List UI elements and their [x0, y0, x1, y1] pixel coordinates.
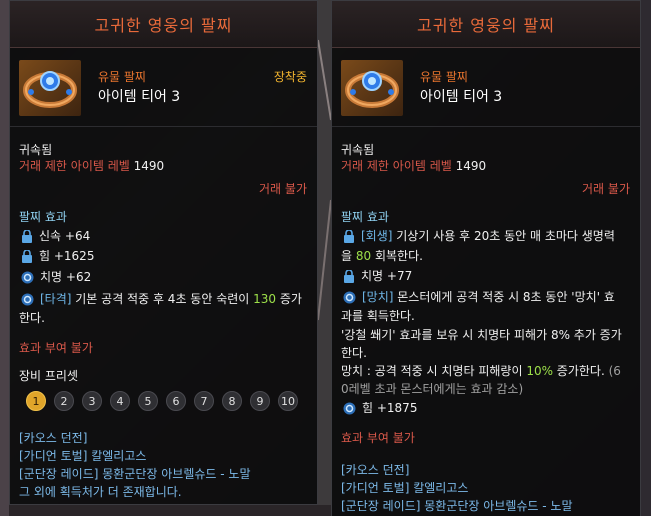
bound-status: 귀속됨 — [19, 143, 53, 157]
lock-icon — [22, 230, 32, 243]
stat-row: 힘 +1875 — [343, 399, 417, 416]
source-entry: [군단장 레이드] 몽환군단장 아브렐슈드 - 노말 — [19, 467, 251, 481]
preset-header: 장비 프리셋 — [19, 369, 79, 383]
preset-button[interactable]: 10 — [278, 391, 298, 411]
item-title: 고귀한 영웅의 팔찌 — [417, 16, 555, 35]
preset-button[interactable]: 5 — [138, 391, 158, 411]
effect-tag: [회생] — [361, 229, 393, 243]
stat-text: 치명 +77 — [361, 269, 413, 283]
special-effect-row: [타격] 기본 공격 적중 후 4초 동안 숙련이 130 증가 — [21, 290, 302, 307]
tooltip-header: 고귀한 영웅의 팔찌 — [10, 1, 317, 48]
trade-level-label: 거래 제한 아이템 레벨 — [19, 159, 130, 173]
effect-value: 130 — [253, 292, 277, 306]
effect-value: 10% — [526, 364, 553, 378]
source-entry: [가디언 토벌] 칼엘리고스 — [19, 449, 147, 463]
lock-icon — [344, 270, 354, 283]
trade-level-value: 1490 — [455, 159, 487, 173]
item-tooltip-equipped: 고귀한 영웅의 팔찌 유물 팔찌 아이템 티어 3 장착중 귀속됨 거래 제한 … — [9, 0, 318, 505]
reroll-icon — [21, 271, 34, 284]
effect-text-wrap: '강철 쐐기' 효과를 보유 시 치명타 피해가 8% 추가 증가 — [341, 328, 622, 342]
stat-row: 힘 +1625 — [21, 247, 94, 264]
effect-text-wrap: 한다. — [341, 346, 367, 360]
source-entry: [카오스 던전] — [19, 431, 88, 445]
special-effect-row: [회생] 기상기 사용 후 20초 동안 매 초마다 생명력 — [343, 227, 615, 244]
trade-level-row: 거래 제한 아이템 레벨 1490 — [341, 157, 486, 174]
bracelet-icon — [341, 60, 403, 116]
source-more: 그 외에 획득처가 더 존재합니다. — [19, 485, 182, 499]
stat-text: 힘 +1875 — [362, 401, 418, 415]
item-summary: 유물 팔찌 아이템 티어 3 — [332, 48, 640, 127]
effect-note: 0레벨 초과 몬스터에게는 효과 감소) — [341, 382, 524, 396]
equipped-badge: 장착중 — [273, 70, 307, 84]
special-effect-row: [망치] 몬스터에게 공격 적중 시 8초 동안 '망치' 효 — [343, 288, 615, 305]
preset-button[interactable]: 3 — [82, 391, 102, 411]
trade-level-label: 거래 제한 아이템 레벨 — [341, 159, 452, 173]
stat-text: 치명 +62 — [40, 270, 92, 284]
reroll-icon — [343, 402, 356, 415]
effect-tag: [망치] — [362, 290, 394, 304]
effect-text: 회복한다. — [371, 249, 423, 263]
item-tier: 아이템 티어 3 — [420, 89, 503, 105]
item-title: 고귀한 영웅의 팔찌 — [94, 16, 233, 35]
bound-status: 귀속됨 — [341, 143, 375, 157]
preset-button[interactable]: 1 — [26, 391, 46, 411]
tooltip-header: 고귀한 영웅의 팔찌 — [332, 1, 640, 48]
lock-icon — [344, 230, 354, 243]
item-tier: 아이템 티어 3 — [98, 89, 181, 105]
no-enchant-label: 효과 부여 불가 — [19, 341, 93, 355]
reroll-icon — [21, 293, 34, 306]
stat-row: 치명 +62 — [21, 268, 91, 285]
item-grade: 유물 팔찌 — [98, 70, 146, 84]
source-entry: [가디언 토벌] 칼엘리고스 — [341, 481, 469, 495]
stat-text: 신속 +64 — [39, 229, 91, 243]
source-entry: [군단장 레이드] 몽환군단장 아브렐슈드 - 노말 — [341, 499, 573, 513]
preset-button[interactable]: 6 — [166, 391, 186, 411]
effect-text-wrap: 과를 획득한다. — [341, 309, 415, 323]
effect-text-wrap: 한다. — [19, 311, 45, 325]
effect-text: 망치 : 공격 적중 시 치명타 피해량이 — [341, 364, 527, 378]
bracelet-icon — [19, 60, 81, 116]
effect-tag: [타격] — [40, 292, 72, 306]
source-entry: [카오스 던전] — [341, 463, 410, 477]
effect-text: 기상기 사용 후 20초 동안 매 초마다 생명력 — [392, 229, 615, 243]
preset-button[interactable]: 8 — [222, 391, 242, 411]
trade-level-value: 1490 — [133, 159, 165, 173]
untradeable-label: 거래 불가 — [259, 182, 307, 196]
lock-icon — [22, 250, 32, 263]
effect-text: 몬스터에게 공격 적중 시 8초 동안 '망치' 효 — [393, 290, 615, 304]
effect-text: 기본 공격 적중 후 4초 동안 숙련이 — [71, 292, 254, 306]
preset-button[interactable]: 9 — [250, 391, 270, 411]
effects-header: 팔찌 효과 — [341, 210, 389, 224]
item-summary: 유물 팔찌 아이템 티어 3 장착중 — [10, 48, 317, 127]
stat-row: 신속 +64 — [21, 227, 90, 244]
effect-note: (6 — [604, 364, 621, 378]
effect-text: 을 — [341, 249, 356, 263]
stat-row: 치명 +77 — [343, 267, 412, 284]
preset-button[interactable]: 2 — [54, 391, 74, 411]
effect-text: 증가한다. — [552, 364, 605, 378]
effect-text-end: 증가 — [276, 292, 302, 306]
reroll-icon — [343, 291, 356, 304]
equipment-presets: 1 2 3 4 5 6 7 8 9 10 — [26, 391, 298, 411]
effect-text-wrap: 망치 : 공격 적중 시 치명타 피해량이 10% 증가한다. (6 — [341, 362, 621, 379]
item-tooltip-compare: 고귀한 영웅의 팔찌 유물 팔찌 아이템 티어 3 귀속됨 거래 제한 아이템 … — [331, 0, 641, 516]
no-enchant-label: 효과 부여 불가 — [341, 431, 415, 445]
untradeable-label: 거래 불가 — [582, 182, 630, 196]
effect-value: 80 — [355, 249, 372, 263]
trade-level-row: 거래 제한 아이템 레벨 1490 — [19, 157, 164, 174]
preset-button[interactable]: 4 — [110, 391, 130, 411]
item-grade: 유물 팔찌 — [420, 70, 468, 84]
stat-text: 힘 +1625 — [39, 249, 95, 263]
preset-button[interactable]: 7 — [194, 391, 214, 411]
effects-header: 팔찌 효과 — [19, 210, 67, 224]
effect-text-wrap: 을 80 회복한다. — [341, 247, 423, 264]
